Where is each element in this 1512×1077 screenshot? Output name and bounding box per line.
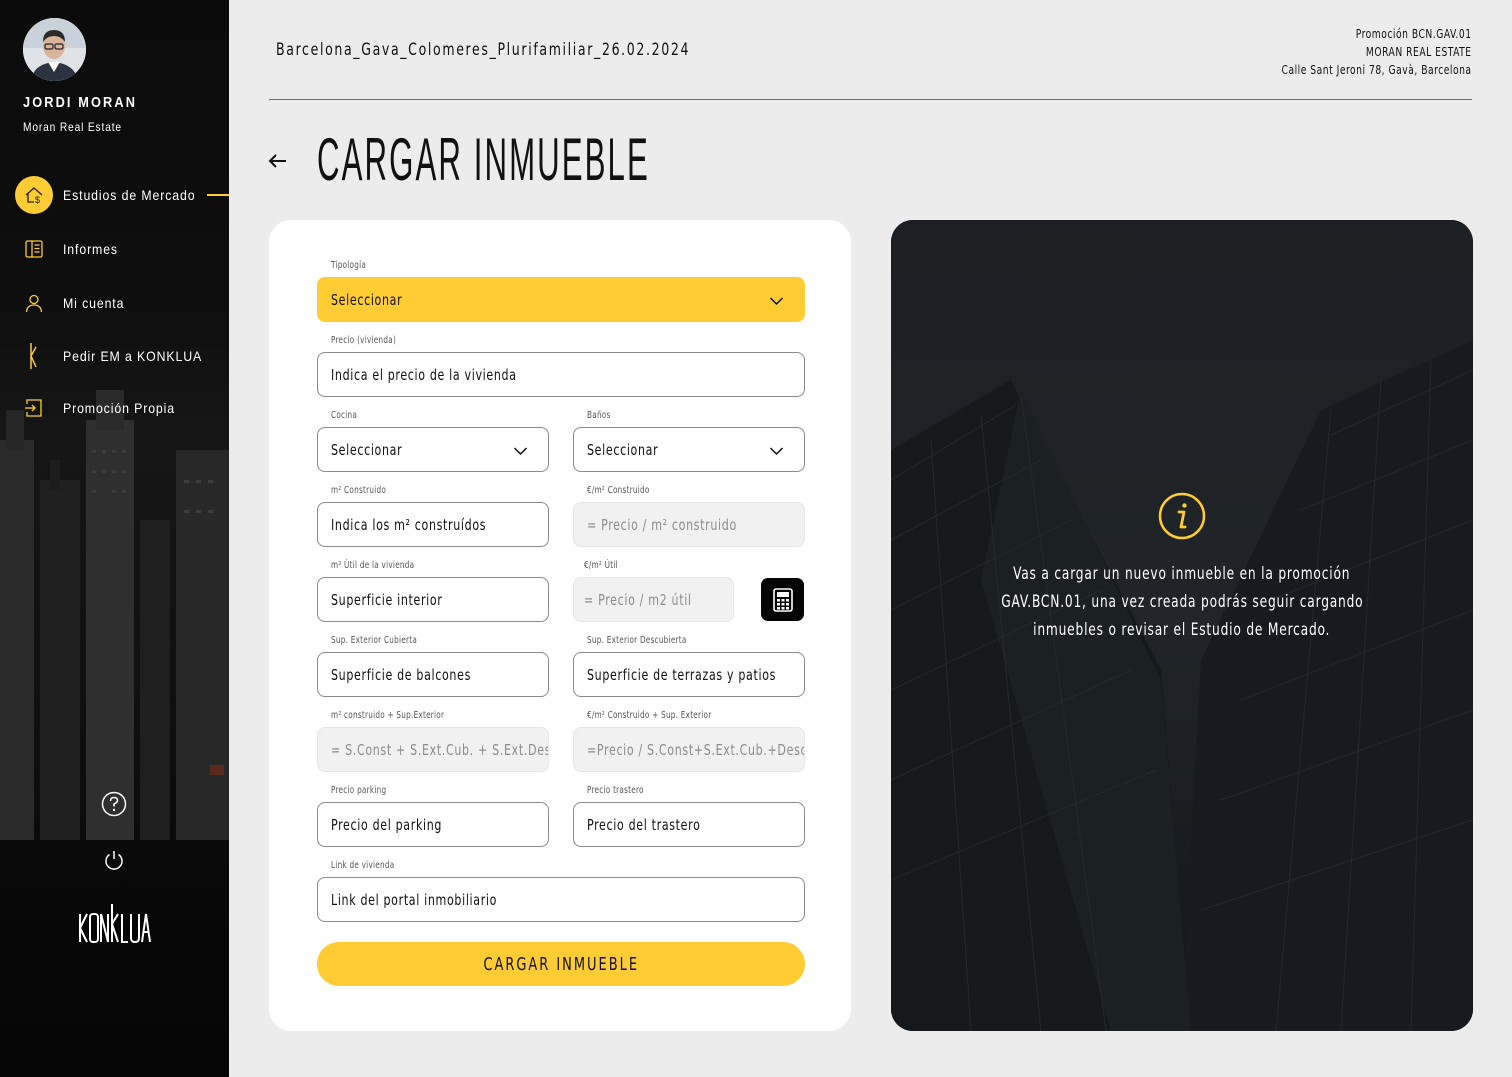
calculator-button[interactable] [761, 578, 804, 621]
sidebar-item-promocion-propia[interactable]: Promoción Propia [15, 389, 190, 427]
property-form: Tipología Seleccionar Precio (vivienda) … [269, 220, 851, 1031]
sidebar-item-mi-cuenta[interactable]: Mi cuenta [15, 284, 133, 322]
user-photo-icon [23, 18, 86, 81]
logout-button[interactable] [101, 847, 127, 873]
cocina-label: Cocina [331, 410, 358, 421]
eur-m2-util-label: €/m² Útil [584, 560, 618, 571]
tipologia-select[interactable]: Seleccionar [317, 277, 805, 322]
avatar[interactable] [23, 18, 86, 81]
sup-ext-cubierta-input[interactable]: Superficie de balcones [317, 652, 549, 697]
sidebar-item-estudios-de-mercado[interactable]: $ Estudios de Mercado [15, 176, 214, 214]
konklua-k-icon [15, 337, 53, 375]
info-message: Vas a cargar un nuevo inmueble en la pro… [951, 560, 1413, 644]
eur-m2-util-field: = Precio / m2 útil [573, 577, 734, 622]
eur-m2-construido-label: €/m² Construido [587, 485, 650, 496]
sup-ext-descubierta-label: Sup. Exterior Descubierta [587, 635, 687, 646]
m2-const-sup-ext-label: m² construido + Sup.Exterior [331, 710, 445, 721]
sidebar-item-label: Informes [63, 241, 118, 257]
promotion-code: Promoción BCN.GAV.01 [1356, 27, 1472, 41]
help-icon [101, 791, 127, 817]
info-line: inmuebles o revisar el Estudio de Mercad… [1033, 620, 1331, 640]
back-arrow-icon[interactable] [266, 149, 290, 173]
user-name: JORDI MORAN [23, 94, 138, 111]
link-input[interactable]: Link del portal inmobiliario [317, 877, 805, 922]
eur-m2-const-sup-ext-field: =Precio / S.Const+S.Ext.Cub.+Desc. [573, 727, 805, 772]
user-company: Moran Real Estate [23, 120, 122, 134]
chevron-down-icon [769, 447, 784, 456]
house-euro-icon: $ [15, 176, 53, 214]
sup-ext-cubierta-label: Sup. Exterior Cubierta [331, 635, 418, 646]
m2-construido-input[interactable]: Indica los m² construídos [317, 502, 549, 547]
m2-const-sup-ext-field: = S.Const + S.Ext.Cub. + S.Ext.Desc. [317, 727, 549, 772]
cargar-inmueble-button[interactable]: CARGAR INMUEBLE [317, 942, 805, 986]
sidebar-item-informes[interactable]: Informes [15, 230, 125, 268]
m2-util-input[interactable]: Superficie interior [317, 577, 549, 622]
power-icon [105, 851, 123, 870]
precio-parking-label: Precio parking [331, 785, 387, 796]
promotion-info: Promoción BCN.GAV.01 MORAN REAL ESTATE C… [1248, 25, 1472, 79]
precio-trastero-input[interactable]: Precio del trastero [573, 802, 805, 847]
user-icon [15, 284, 53, 322]
info-line: Vas a cargar un nuevo inmueble en la pro… [1013, 564, 1351, 584]
info-panel: Vas a cargar un nuevo inmueble en la pro… [891, 220, 1473, 1031]
company-name: MORAN REAL ESTATE [1366, 45, 1472, 59]
active-indicator [207, 194, 229, 196]
report-icon [15, 230, 53, 268]
sidebar-item-pedir-em[interactable]: Pedir EM a KONKLUA [15, 337, 221, 375]
help-button[interactable] [101, 791, 127, 817]
precio-parking-input[interactable]: Precio del parking [317, 802, 549, 847]
calculator-icon [772, 587, 793, 612]
sidebar: JORDI MORAN Moran Real Estate $ Estudios… [0, 0, 229, 1077]
header-divider [269, 99, 1472, 100]
link-label: Link de vivienda [331, 860, 395, 871]
tipologia-label: Tipología [331, 260, 367, 271]
m2-util-label: m² Útil de la vivienda [331, 560, 415, 571]
info-icon [1158, 492, 1206, 540]
sidebar-item-label: Mi cuenta [63, 295, 125, 311]
precio-trastero-label: Precio trastero [587, 785, 644, 796]
m2-construido-label: m² Construido [331, 485, 387, 496]
info-line: GAV.BCN.01, una vez creada podrás seguir… [1000, 592, 1364, 612]
sidebar-item-label: Promoción Propia [63, 400, 176, 416]
cocina-select[interactable]: Seleccionar [317, 427, 549, 472]
eur-m2-const-sup-ext-label: €/m² Construido + Sup. Exterior [587, 710, 712, 721]
sup-ext-descubierta-input[interactable]: Superficie de terrazas y patios [573, 652, 805, 697]
promotion-icon [15, 389, 53, 427]
banos-label: Baños [587, 410, 611, 421]
sidebar-item-label: Estudios de Mercado [63, 187, 196, 203]
precio-input[interactable]: Indica el precio de la vivienda [317, 352, 805, 397]
precio-label: Precio (vivienda) [331, 335, 397, 346]
sidebar-item-label: Pedir EM a KONKLUA [63, 348, 203, 364]
banos-select[interactable]: Seleccionar [573, 427, 805, 472]
project-title: Barcelona_Gava_Colomeres_Plurifamiliar_2… [276, 40, 691, 60]
svg-text:$: $ [35, 195, 40, 205]
chevron-down-icon [513, 447, 528, 456]
promotion-address: Calle Sant Jeroni 78, Gavà, Barcelona [1281, 63, 1472, 77]
eur-m2-construido-field: = Precio / m² construido [573, 502, 805, 547]
konklua-logo [79, 904, 151, 944]
city-skyline-background [0, 390, 229, 840]
chevron-down-icon [769, 297, 784, 306]
page-title: CARGAR INMUEBLE [317, 126, 650, 193]
